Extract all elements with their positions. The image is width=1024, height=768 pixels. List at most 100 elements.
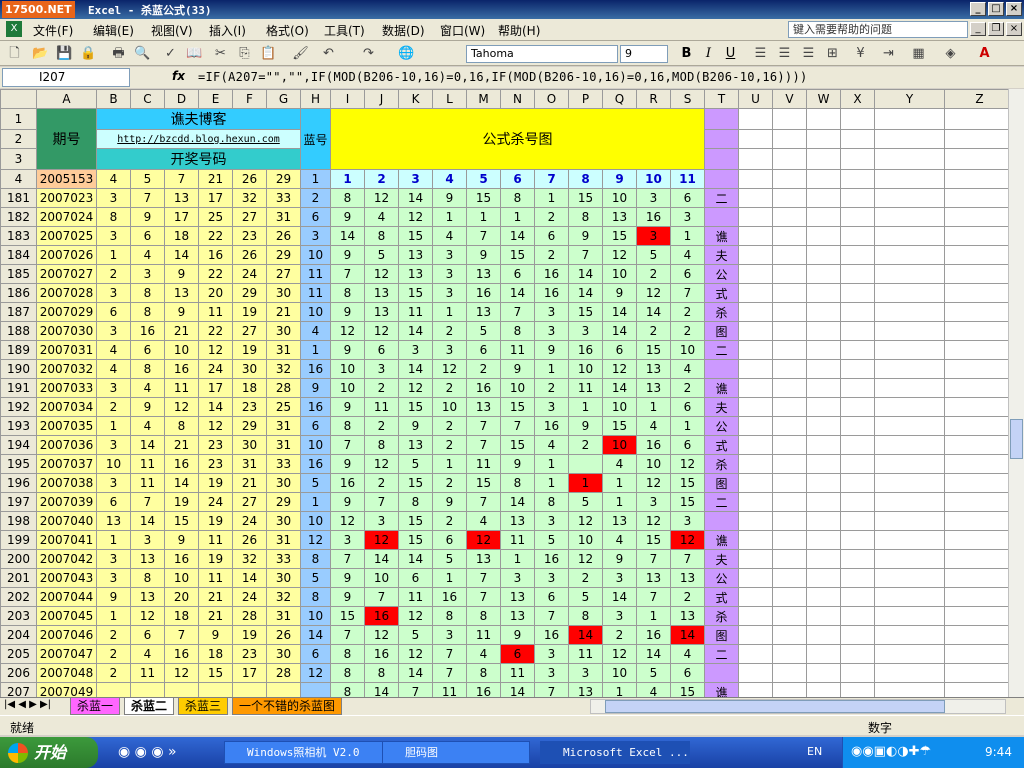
formula-cell[interactable]: 15	[670, 492, 705, 512]
draw-number-cell[interactable]	[266, 682, 301, 697]
period-cell[interactable]: 2007038	[36, 473, 97, 493]
draw-number-cell[interactable]: 16	[164, 549, 199, 569]
draw-number-cell[interactable]: 21	[164, 321, 199, 341]
formula-cell[interactable]: 14	[636, 302, 671, 322]
draw-number-cell[interactable]: 32	[266, 587, 301, 607]
empty-cell[interactable]	[772, 587, 807, 607]
formula-cell[interactable]: 2	[670, 321, 705, 341]
empty-cell[interactable]	[738, 454, 773, 474]
t-column-cell[interactable]	[704, 511, 739, 531]
formula-cell[interactable]: 15	[500, 245, 535, 265]
blue-number-cell[interactable]: 14	[300, 625, 331, 645]
formula-cell[interactable]: 15	[398, 226, 433, 246]
formula-cell[interactable]: 6	[670, 264, 705, 284]
formula-cell[interactable]: 8	[500, 473, 535, 493]
column-header[interactable]: H	[300, 89, 331, 109]
formula-cell[interactable]: 12	[364, 625, 399, 645]
empty-cell[interactable]	[874, 148, 945, 170]
column-header[interactable]: V	[772, 89, 807, 109]
draw-number-cell[interactable]: 18	[164, 606, 199, 626]
draw-number-cell[interactable]: 32	[266, 359, 301, 379]
maximize-button[interactable]: □	[988, 2, 1004, 16]
formula-cell[interactable]: 4	[466, 644, 501, 664]
period-cell[interactable]: 2007048	[36, 663, 97, 683]
draw-number-cell[interactable]: 17	[198, 188, 233, 208]
blue-number-cell[interactable]: 6	[300, 644, 331, 664]
draw-number-cell[interactable]: 13	[164, 188, 199, 208]
formula-cell[interactable]: 13	[500, 587, 535, 607]
formula-cell[interactable]: 6	[500, 644, 535, 664]
draw-number-cell[interactable]: 3	[96, 283, 131, 303]
empty-cell[interactable]	[874, 397, 945, 417]
formula-cell[interactable]: 8	[330, 283, 365, 303]
empty-cell[interactable]	[738, 644, 773, 664]
formula-cell[interactable]: 16	[636, 435, 671, 455]
draw-number-cell[interactable]: 1	[96, 530, 131, 550]
empty-cell[interactable]	[944, 129, 1015, 149]
formula-cell[interactable]: 10	[568, 530, 603, 550]
table-row[interactable]: 198 2007040 13 14 15 19 24 30 10 12 3 15 2 4 13 3 12 13 12…	[0, 511, 1015, 531]
t-column-cell[interactable]: 谯	[704, 226, 739, 246]
empty-cell[interactable]	[738, 169, 773, 189]
draw-number-cell[interactable]: 24	[232, 587, 267, 607]
draw-number-cell[interactable]: 27	[232, 492, 267, 512]
empty-cell[interactable]	[840, 511, 875, 531]
t-column-cell[interactable]: 二	[704, 644, 739, 664]
formula-cell[interactable]: 2	[466, 359, 501, 379]
underline-button[interactable]: U	[722, 45, 739, 62]
draw-number-cell[interactable]: 20	[198, 283, 233, 303]
formula-cell[interactable]: 13	[364, 283, 399, 303]
t-column-cell[interactable]: 公	[704, 568, 739, 588]
empty-cell[interactable]	[738, 340, 773, 360]
doc-close-button[interactable]: ×	[1006, 22, 1022, 36]
row4-cell[interactable]: 2	[364, 169, 399, 189]
formula-cell[interactable]: 9	[602, 283, 637, 303]
draw-number-cell[interactable]: 33	[266, 454, 301, 474]
row-header[interactable]: 184	[0, 245, 37, 265]
row-header[interactable]: 207	[0, 682, 37, 697]
draw-number-cell[interactable]: 10	[164, 340, 199, 360]
empty-cell[interactable]	[806, 226, 841, 246]
empty-cell[interactable]	[840, 397, 875, 417]
blue-number-cell[interactable]: 8	[300, 549, 331, 569]
menu-data[interactable]: 数据(D)	[382, 22, 425, 39]
quicklaunch-icons[interactable]: ◉ ◉ ◉ »	[118, 744, 177, 760]
formula-cell[interactable]: 14	[636, 644, 671, 664]
formula-cell[interactable]: 9	[466, 245, 501, 265]
formula-cell[interactable]: 14	[500, 492, 535, 512]
draw-number-cell[interactable]: 26	[266, 625, 301, 645]
formula-cell[interactable]: 11	[466, 625, 501, 645]
empty-cell[interactable]	[806, 169, 841, 189]
empty-cell[interactable]	[874, 188, 945, 208]
draw-number-cell[interactable]: 23	[232, 397, 267, 417]
blue-number-cell[interactable]: 12	[300, 530, 331, 550]
draw-number-cell[interactable]: 2	[96, 264, 131, 284]
formula-cell[interactable]: 9	[534, 340, 569, 360]
row-header[interactable]: 206	[0, 663, 37, 683]
formula-cell[interactable]: 1	[534, 473, 569, 493]
formula-cell[interactable]: 14	[398, 549, 433, 569]
formula-cell[interactable]: 1	[602, 473, 637, 493]
draw-number-cell[interactable]: 8	[130, 359, 165, 379]
formula-cell[interactable]: 3	[602, 568, 637, 588]
merge-center-icon[interactable]: ⊞	[824, 45, 841, 62]
empty-cell[interactable]	[806, 321, 841, 341]
formula-cell[interactable]: 15	[500, 435, 535, 455]
column-header[interactable]: B	[96, 89, 131, 109]
period-cell[interactable]: 2007037	[36, 454, 97, 474]
formula-cell[interactable]: 5	[364, 245, 399, 265]
draw-number-cell[interactable]: 4	[96, 340, 131, 360]
row-header[interactable]: 199	[0, 530, 37, 550]
empty-cell[interactable]	[944, 340, 1015, 360]
draw-number-cell[interactable]: 11	[130, 663, 165, 683]
t-column-cell[interactable]: 图	[704, 321, 739, 341]
table-row[interactable]: 191 2007033 3 4 11 17 18 28 9 10 2 12 2 16 10 2 11 14 13 2 谯	[0, 378, 1015, 398]
empty-cell[interactable]	[840, 148, 875, 170]
row4-cell[interactable]: 1	[300, 169, 331, 189]
draw-number-cell[interactable]: 21	[164, 435, 199, 455]
draw-number-cell[interactable]: 30	[266, 283, 301, 303]
empty-cell[interactable]	[874, 416, 945, 436]
draw-number-cell[interactable]: 24	[198, 359, 233, 379]
empty-cell[interactable]	[840, 108, 875, 130]
row-header[interactable]: 187	[0, 302, 37, 322]
